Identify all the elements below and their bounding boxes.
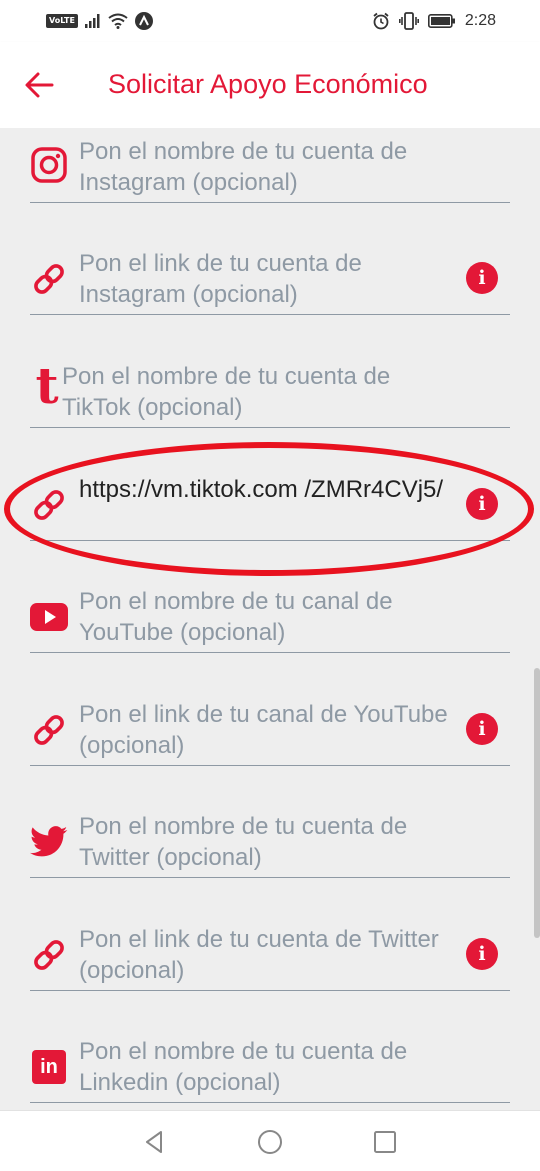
form-list[interactable]: Pon el nombre de tu cuenta de Instagram … <box>0 128 540 1110</box>
tiktok-link-field[interactable]: https://vm.tiktok.com /ZMRr4CVj5/ i <box>0 474 540 544</box>
page-title: Solicitar Apoyo Económico <box>108 69 428 99</box>
nav-recents-square-icon <box>374 1131 396 1153</box>
twitter-icon <box>30 823 68 861</box>
twitter-link-input[interactable]: Pon el link de tu cuenta de Twitter (opc… <box>79 924 459 986</box>
status-bar: VoLTE 2:28 <box>0 0 540 42</box>
link-icon <box>30 486 68 524</box>
nav-back-button[interactable] <box>140 1127 170 1157</box>
app-bar: Solicitar Apoyo Económico <box>0 42 540 128</box>
alarm-icon <box>373 12 389 30</box>
link-icon <box>30 260 68 298</box>
info-icon[interactable]: i <box>466 938 498 970</box>
linkedin-name-field[interactable]: in Pon el nombre de tu cuenta de Linkedi… <box>0 1036 540 1106</box>
info-icon[interactable]: i <box>466 488 498 520</box>
field-underline <box>30 990 510 991</box>
field-underline <box>30 877 510 878</box>
field-underline <box>30 765 510 766</box>
instagram-icon <box>30 146 68 184</box>
tiktok-icon: t <box>35 356 59 415</box>
youtube-link-input[interactable]: Pon el link de tu canal de YouTube (opci… <box>79 699 459 761</box>
wifi-icon <box>108 13 128 29</box>
field-underline <box>30 314 510 315</box>
youtube-name-field[interactable]: Pon el nombre de tu canal de YouTube (op… <box>0 586 540 656</box>
nav-recents-button[interactable] <box>370 1127 400 1157</box>
link-icon <box>30 936 68 974</box>
linkedin-icon: in <box>30 1048 68 1086</box>
tiktok-name-input[interactable]: Pon el nombre de tu cuenta de TikTok (op… <box>62 361 442 423</box>
tiktok-link-input[interactable]: https://vm.tiktok.com /ZMRr4CVj5/ <box>79 474 459 505</box>
clock: 2:28 <box>464 12 496 29</box>
twitter-link-field[interactable]: Pon el link de tu cuenta de Twitter (opc… <box>0 924 540 994</box>
instagram-name-field[interactable]: Pon el nombre de tu cuenta de Instagram … <box>0 136 540 206</box>
back-button[interactable] <box>22 68 56 102</box>
youtube-icon <box>30 598 68 636</box>
field-underline <box>30 540 510 541</box>
nav-home-button[interactable] <box>255 1127 285 1157</box>
app-notification-icon <box>134 12 153 30</box>
signal-icon <box>84 14 100 28</box>
field-underline <box>30 652 510 653</box>
system-nav-bar <box>0 1110 540 1171</box>
tiktok-name-field[interactable]: t Pon el nombre de tu cuenta de TikTok (… <box>0 361 540 431</box>
status-left: VoLTE <box>46 11 153 31</box>
status-right: 2:28 <box>372 10 496 32</box>
instagram-name-input[interactable]: Pon el nombre de tu cuenta de Instagram … <box>79 136 459 198</box>
field-underline <box>30 1102 510 1103</box>
volte-badge: VoLTE <box>46 14 78 28</box>
youtube-link-field[interactable]: Pon el link de tu canal de YouTube (opci… <box>0 699 540 769</box>
field-underline <box>30 202 510 203</box>
youtube-name-input[interactable]: Pon el nombre de tu canal de YouTube (op… <box>79 586 459 648</box>
instagram-link-input[interactable]: Pon el link de tu cuenta de Instagram (o… <box>79 248 459 310</box>
field-underline <box>30 427 510 428</box>
twitter-name-field[interactable]: Pon el nombre de tu cuenta de Twitter (o… <box>0 811 540 881</box>
arrow-left-icon <box>25 72 54 98</box>
linkedin-name-input[interactable]: Pon el nombre de tu cuenta de Linkedin (… <box>79 1036 459 1098</box>
scrollbar[interactable] <box>534 668 540 938</box>
instagram-link-field[interactable]: Pon el link de tu cuenta de Instagram (o… <box>0 248 540 318</box>
info-icon[interactable]: i <box>466 713 498 745</box>
nav-home-circle-icon <box>258 1130 282 1154</box>
nav-back-triangle-icon <box>146 1131 162 1153</box>
link-icon <box>30 711 68 749</box>
battery-icon <box>427 14 455 28</box>
twitter-name-input[interactable]: Pon el nombre de tu cuenta de Twitter (o… <box>79 811 459 873</box>
vibrate-icon <box>398 12 419 30</box>
info-icon[interactable]: i <box>466 262 498 294</box>
